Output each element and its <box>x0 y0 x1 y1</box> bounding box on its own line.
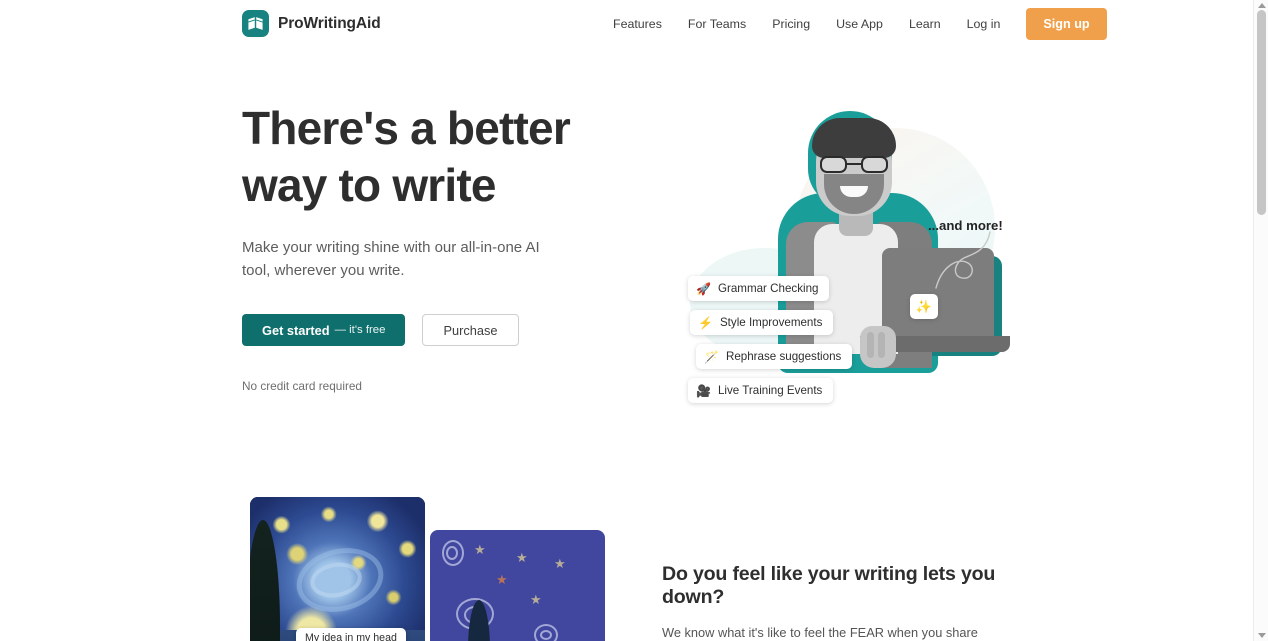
section2-title: Do you feel like your writing lets you d… <box>662 563 996 608</box>
nav-link-features[interactable]: Features <box>600 8 675 40</box>
book-logo-icon <box>242 10 269 37</box>
hero-section: There's a better way to write Make your … <box>0 48 1253 468</box>
get-started-button[interactable]: Get started — it's free <box>242 314 406 346</box>
chip-label: Grammar Checking <box>717 282 819 295</box>
get-started-label: Get started <box>262 322 330 338</box>
chip-live-training-events: 🎥 Live Training Events <box>688 378 834 403</box>
lightning-icon: ⚡ <box>698 315 713 330</box>
chip-label: Rephrase suggestions <box>725 350 842 363</box>
starry-night-image: My idea in my head <box>250 497 425 641</box>
simplified-drawing-image: ★ ★ ★ ★ ★ <box>430 530 605 641</box>
no-credit-card-note: No credit card required <box>242 379 362 393</box>
video-camera-icon: 🎥 <box>696 383 711 398</box>
hero-copy: There's a better way to write Make your … <box>242 100 642 393</box>
section2-body: We know what it's like to feel the FEAR … <box>662 625 978 640</box>
hero-illustration: 🚀 Grammar Checking ⚡ Style Improvements … <box>660 98 1020 403</box>
rocket-icon: 🚀 <box>696 281 711 296</box>
feature-chip-list: 🚀 Grammar Checking ⚡ Style Improvements … <box>688 276 853 403</box>
chip-label: Style Improvements <box>719 316 823 329</box>
chip-rephrase-suggestions: 🪄 Rephrase suggestions <box>696 344 853 369</box>
site-header: ProWritingAid Features For Teams Pricing… <box>0 0 1253 48</box>
chip-label: Live Training Events <box>717 384 823 397</box>
hero-title-line-2: way to write <box>242 159 496 211</box>
hero-subtitle: Make your writing shine with our all-in-… <box>242 239 540 279</box>
brand-name: ProWritingAid <box>278 14 381 32</box>
magic-wand-icon: 🪄 <box>704 349 719 364</box>
page-root: ProWritingAid Features For Teams Pricing… <box>0 0 1268 641</box>
glasses-icon <box>820 156 888 173</box>
section2-copy: Do you feel like your writing lets you d… <box>662 563 1022 641</box>
brand-logo[interactable]: ProWritingAid <box>242 10 381 37</box>
image-caption: My idea in my head <box>296 628 406 641</box>
squiggle-arrow-icon <box>935 231 991 289</box>
nav-link-use-app[interactable]: Use App <box>823 8 896 40</box>
scroll-up-arrow-icon[interactable] <box>1258 3 1266 8</box>
writing-lets-you-down-section: My idea in my head ★ ★ ★ ★ ★ Do you feel… <box>0 468 1253 641</box>
chip-grammar-checking: 🚀 Grammar Checking <box>688 276 830 301</box>
sign-up-button[interactable]: Sign up <box>1026 8 1107 40</box>
vertical-scrollbar[interactable] <box>1253 0 1268 641</box>
hand <box>860 326 896 368</box>
hero-title-line-1: There's a better <box>242 102 571 154</box>
hero-actions: Get started — it's free Purchase <box>242 314 642 346</box>
sparkle-badge: ✨ <box>910 294 938 319</box>
nav-link-for-teams[interactable]: For Teams <box>675 8 759 40</box>
get-started-subtext: — it's free <box>334 324 386 336</box>
nav-link-learn[interactable]: Learn <box>896 8 954 40</box>
and-more-label: ...and more! <box>928 218 1003 233</box>
chip-style-improvements: ⚡ Style Improvements <box>690 310 834 335</box>
scrollbar-thumb[interactable] <box>1257 10 1266 215</box>
nav-link-log-in[interactable]: Log in <box>954 8 1014 40</box>
scroll-down-arrow-icon[interactable] <box>1258 633 1266 638</box>
page-title: There's a better way to write <box>242 100 642 214</box>
nav-link-pricing[interactable]: Pricing <box>759 8 823 40</box>
purchase-button[interactable]: Purchase <box>422 314 519 346</box>
main-nav: Features For Teams Pricing Use App Learn… <box>600 8 1107 40</box>
sparkle-icon: ✨ <box>915 298 933 314</box>
